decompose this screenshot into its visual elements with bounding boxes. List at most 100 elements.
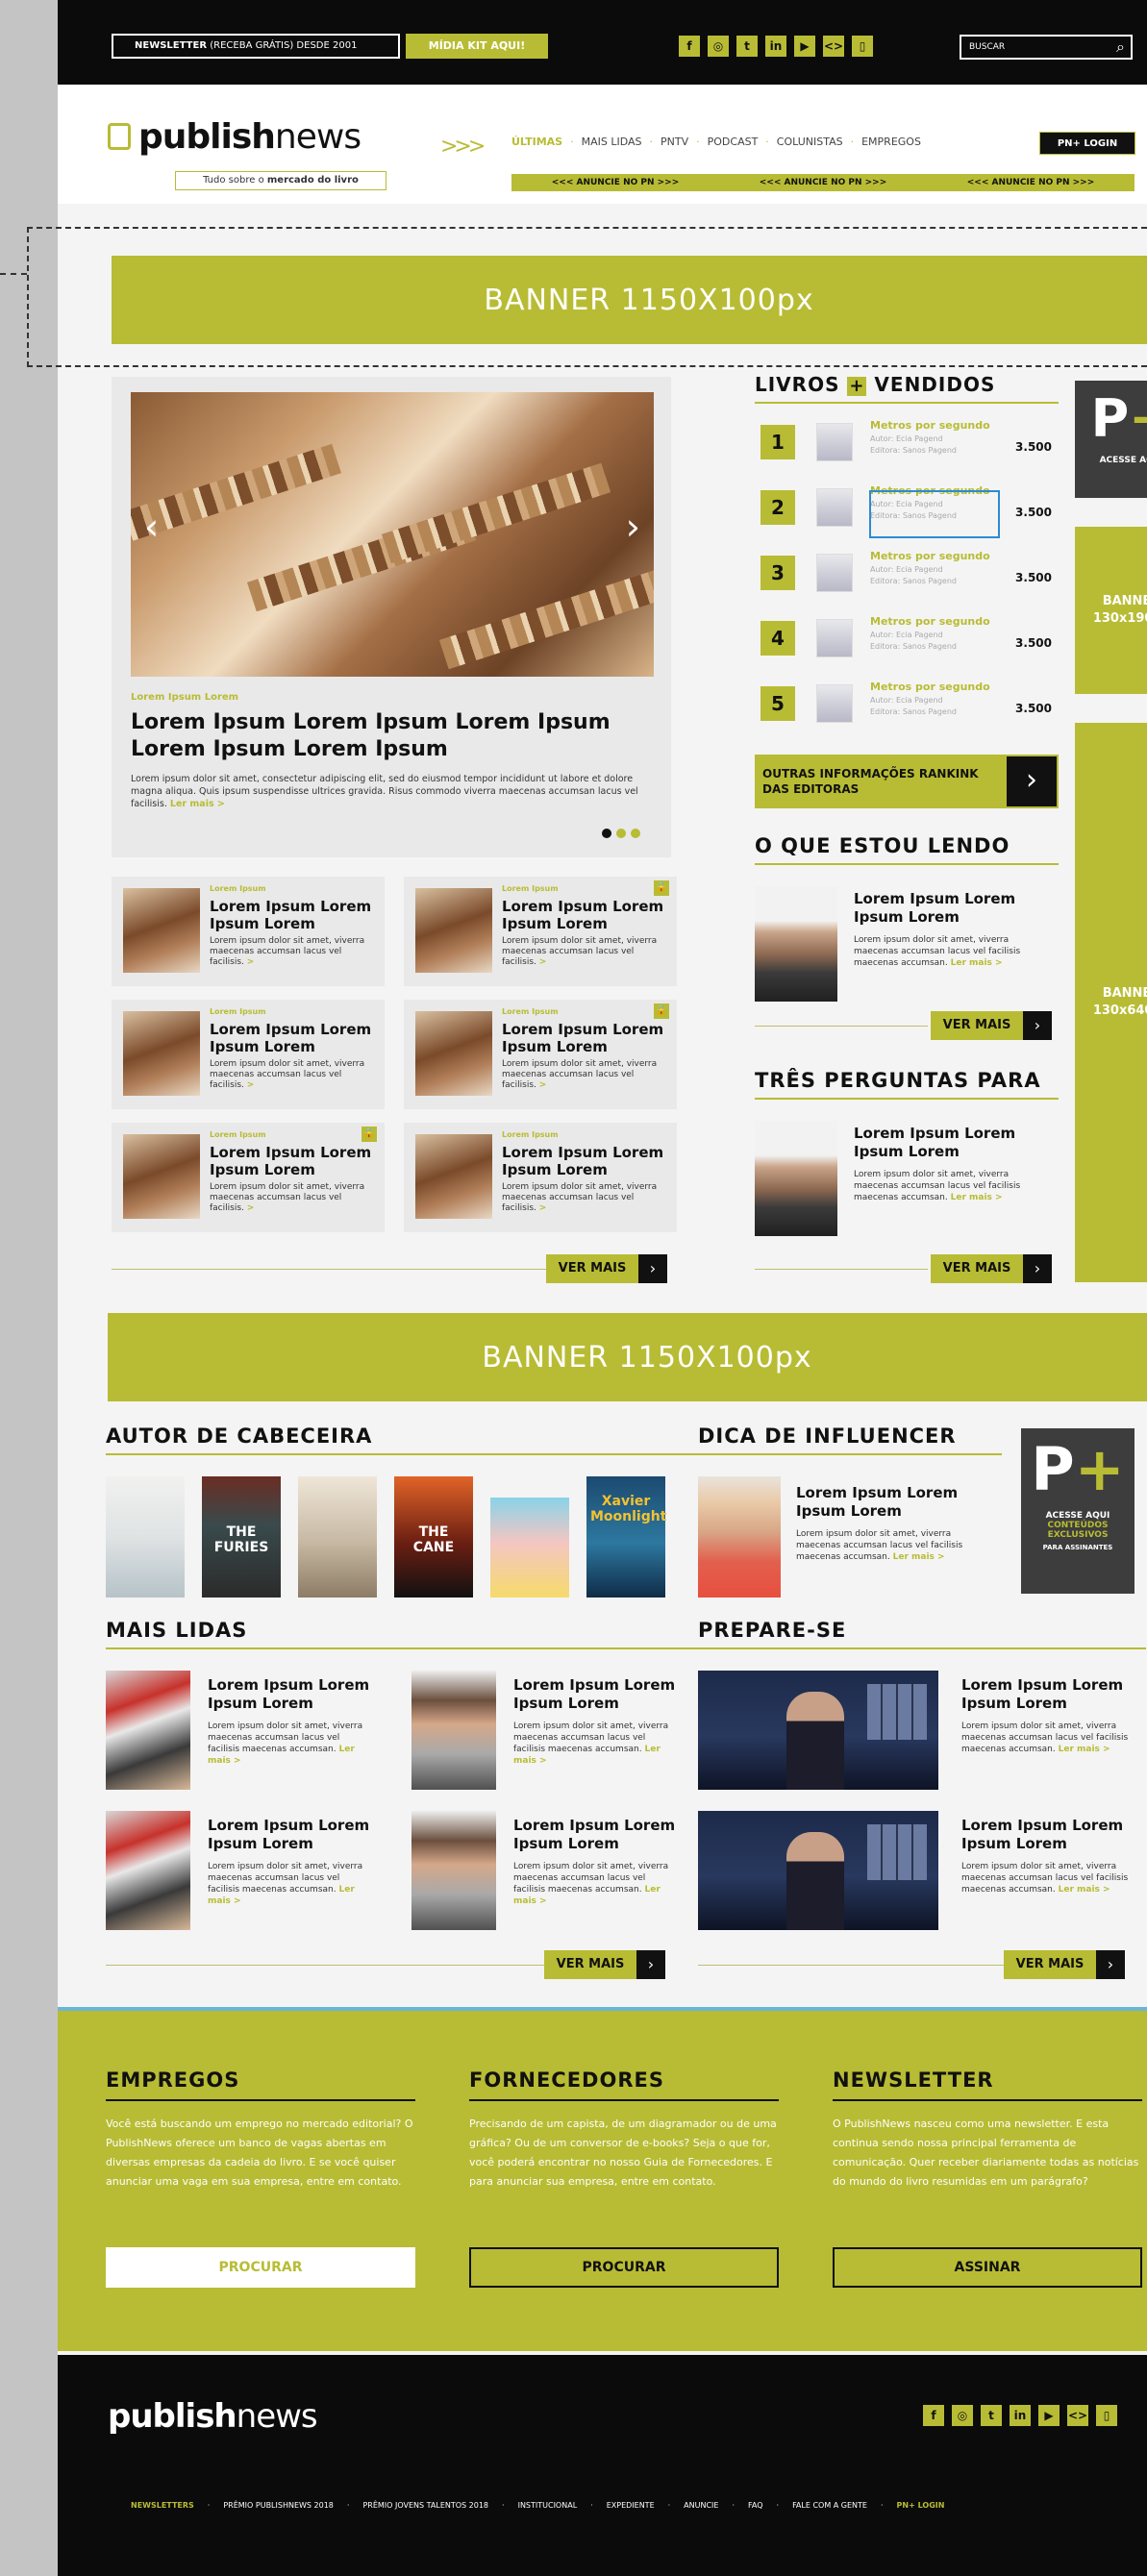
linkedin-icon[interactable]: in <box>1010 2405 1031 2426</box>
facebook-icon[interactable]: f <box>679 36 700 57</box>
newsletter-signup-link[interactable]: NEWSLETTER (RECEBA GRÁTIS) DESDE 2001 <box>112 34 400 59</box>
carousel-dot-3[interactable] <box>631 829 640 838</box>
mais-lidas-title[interactable]: Lorem Ipsum Lorem Ipsum Lorem <box>208 1817 371 1853</box>
best-seller-item[interactable]: 1 Metros por segundo Autor: Ecia Pagend Edi… <box>755 413 1058 471</box>
card-title[interactable]: Lorem Ipsum Lorem Ipsum Lorem <box>502 1021 670 1055</box>
card-title[interactable]: Lorem Ipsum Lorem Ipsum Lorem <box>210 898 378 932</box>
card-title[interactable]: Lorem Ipsum Lorem Ipsum Lorem <box>502 1144 670 1178</box>
hero-title[interactable]: Lorem Ipsum Lorem Ipsum Lorem Ipsum Lore… <box>131 709 654 763</box>
article-card[interactable]: Lorem Ipsum Lorem Ipsum Lorem Ipsum Lorem… <box>112 1000 385 1109</box>
nav-item-empregos[interactable]: EMPREGOS <box>861 136 921 148</box>
twitter-icon[interactable]: t <box>736 36 758 57</box>
pn-login-button[interactable]: PN+ LOGIN <box>1039 132 1135 155</box>
ver-mais-button[interactable]: VER MAIS › <box>546 1254 667 1283</box>
ver-mais-button[interactable]: VER MAIS › <box>931 1011 1052 1040</box>
facebook-icon[interactable]: f <box>923 2405 944 2426</box>
prepare-title[interactable]: Lorem Ipsum Lorem Ipsum Lorem <box>961 1676 1144 1713</box>
card-more-link[interactable]: > <box>539 1203 547 1213</box>
ver-mais-button[interactable]: VER MAIS › <box>931 1254 1052 1283</box>
card-more-link[interactable]: > <box>539 1080 547 1090</box>
video-call-thumbnail[interactable] <box>698 1811 938 1930</box>
instagram-icon[interactable]: ◎ <box>952 2405 973 2426</box>
side-banner-small[interactable]: BANNER 130x190px <box>1075 527 1147 694</box>
prepare-read-more[interactable]: Ler mais > <box>1059 1885 1110 1895</box>
video-call-thumbnail[interactable] <box>698 1671 938 1790</box>
book-title[interactable]: Metros por segundo <box>870 419 990 432</box>
code-icon[interactable]: <> <box>1067 2405 1088 2426</box>
card-more-link[interactable]: > <box>247 1080 255 1090</box>
article-card[interactable]: Lorem Ipsum Lorem Ipsum Lorem Ipsum Lorem… <box>404 1123 677 1232</box>
mais-lidas-title[interactable]: Lorem Ipsum Lorem Ipsum Lorem <box>513 1817 677 1853</box>
best-seller-item[interactable]: 4 Metros por segundo Autor: Ecia Pagend Edi… <box>755 609 1058 667</box>
card-more-link[interactable]: > <box>247 1203 255 1213</box>
linkedin-icon[interactable]: in <box>765 36 786 57</box>
nav-item-colunistas[interactable]: COLUNISTAS <box>777 136 843 148</box>
card-more-link[interactable]: > <box>247 957 255 967</box>
book-cover-5[interactable] <box>490 1498 569 1598</box>
estou-lendo-read-more[interactable]: Ler mais > <box>951 958 1003 968</box>
ver-mais-button[interactable]: VER MAIS › <box>1004 1950 1125 1979</box>
instagram-icon[interactable]: ◎ <box>708 36 729 57</box>
book-title[interactable]: Metros por segundo <box>870 615 990 628</box>
card-title[interactable]: Lorem Ipsum Lorem Ipsum Lorem <box>502 898 670 932</box>
book-cover-6[interactable]: Xavier Moonlight <box>586 1476 666 1598</box>
tres-perguntas-title[interactable]: Lorem Ipsum Lorem Ipsum Lorem <box>854 1125 1046 1161</box>
footer-link[interactable]: NEWSLETTERS <box>131 2501 194 2510</box>
ver-mais-button[interactable]: VER MAIS › <box>544 1950 665 1979</box>
nav-item-últimas[interactable]: ÚLTIMAS <box>511 136 562 148</box>
card-more-link[interactable]: > <box>539 957 547 967</box>
book-cover-1[interactable] <box>106 1476 185 1598</box>
book-cover-4[interactable]: THE CANE <box>394 1476 473 1598</box>
mobile-icon[interactable]: ▯ <box>852 36 873 57</box>
assinar-button[interactable]: ASSINAR <box>833 2247 1142 2288</box>
card-title[interactable]: Lorem Ipsum Lorem Ipsum Lorem <box>210 1144 378 1178</box>
footer-link[interactable]: FALE COM A GENTE <box>792 2501 867 2510</box>
footer-link[interactable]: PRÊMIO PUBLISHNEWS 2018 <box>223 2501 334 2510</box>
nav-item-pntv[interactable]: PNTV <box>661 136 688 148</box>
book-cover-2[interactable]: THE FURIES <box>202 1476 281 1598</box>
tres-perguntas-read-more[interactable]: Ler mais > <box>951 1193 1003 1202</box>
hero-read-more-link[interactable]: Ler mais > <box>170 799 225 809</box>
prepare-read-more[interactable]: Ler mais > <box>1059 1745 1110 1754</box>
footer-link[interactable]: PRÊMIO JOVENS TALENTOS 2018 <box>362 2501 488 2510</box>
pn-plus-promo-subscribers[interactable]: P+ ACESSE AQUI CONTEÚDOS EXCLUSIVOS PARA… <box>1021 1428 1135 1594</box>
dica-read-more[interactable]: Ler mais > <box>893 1552 945 1562</box>
fornecedores-procurar-button[interactable]: PROCURAR <box>469 2247 779 2288</box>
site-logo[interactable]: publishnews <box>108 117 362 157</box>
footer-link[interactable]: FAQ <box>748 2501 763 2510</box>
youtube-icon[interactable]: ▶ <box>1038 2405 1060 2426</box>
search-input[interactable]: BUSCAR ⌕ <box>960 35 1133 60</box>
youtube-icon[interactable]: ▶ <box>794 36 815 57</box>
carousel-dot-1[interactable] <box>602 829 611 838</box>
footer-link[interactable]: INSTITUCIONAL <box>518 2501 578 2510</box>
anuncie-link[interactable]: <<< ANUNCIE NO PN >>> <box>967 174 1095 191</box>
hero-article[interactable]: ‹ › Lorem Ipsum Lorem Lorem Ipsum Lorem … <box>112 377 671 857</box>
search-icon[interactable]: ⌕ <box>1116 37 1125 58</box>
article-card[interactable]: Lorem Ipsum Lorem Ipsum Lorem Ipsum Lorem… <box>404 877 677 986</box>
book-cover-3[interactable] <box>298 1476 377 1598</box>
code-icon[interactable]: <> <box>823 36 844 57</box>
carousel-dot-2[interactable] <box>616 829 626 838</box>
anuncie-link[interactable]: <<< ANUNCIE NO PN >>> <box>552 174 680 191</box>
empregos-procurar-button[interactable]: PROCURAR <box>106 2247 415 2288</box>
twitter-icon[interactable]: t <box>981 2405 1002 2426</box>
footer-link[interactable]: ANUNCIE <box>684 2501 718 2510</box>
article-card[interactable]: Lorem Ipsum Lorem Ipsum Lorem Ipsum Lorem… <box>404 1000 677 1109</box>
best-seller-item[interactable]: 5 Metros por segundo Autor: Ecia Pagend Edi… <box>755 675 1058 732</box>
chevron-right-icon[interactable]: › <box>626 506 640 548</box>
footer-logo[interactable]: publishnews <box>108 2397 318 2436</box>
midia-kit-button[interactable]: MÍDIA KIT AQUI! <box>406 34 548 59</box>
mais-lidas-title[interactable]: Lorem Ipsum Lorem Ipsum Lorem <box>513 1676 677 1713</box>
middle-banner[interactable]: BANNER 1150X100px <box>108 1313 1147 1401</box>
book-title[interactable]: Metros por segundo <box>870 681 990 693</box>
mais-lidas-title[interactable]: Lorem Ipsum Lorem Ipsum Lorem <box>208 1676 371 1713</box>
dica-title[interactable]: Lorem Ipsum Lorem Ipsum Lorem <box>796 1484 988 1521</box>
anuncie-link[interactable]: <<< ANUNCIE NO PN >>> <box>760 174 887 191</box>
book-title[interactable]: Metros por segundo <box>870 550 990 562</box>
nav-item-podcast[interactable]: PODCAST <box>708 136 759 148</box>
side-banner-tall[interactable]: BANNER 130x640px <box>1075 723 1147 1282</box>
pn-plus-promo[interactable]: P+ ACESSE AQUI <box>1075 381 1147 498</box>
footer-link[interactable]: PN+ LOGIN <box>897 2501 945 2510</box>
nav-item-mais-lidas[interactable]: MAIS LIDAS <box>582 136 642 148</box>
footer-link[interactable]: EXPEDIENTE <box>607 2501 655 2510</box>
